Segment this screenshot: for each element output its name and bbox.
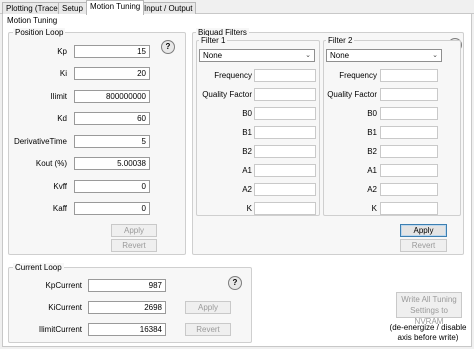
derivative-time-input[interactable]: 5: [74, 135, 150, 148]
ilimit-label: Ilimit: [50, 92, 67, 101]
nvram-note: (de-energize / disable axis before write…: [382, 323, 474, 343]
filter-1-a2-label: A2: [242, 185, 252, 194]
tab-plotting-trace[interactable]: Plotting (Trace): [2, 2, 65, 14]
filter-2-b0-input[interactable]: [380, 107, 438, 120]
filter-1-k-input[interactable]: [254, 202, 316, 215]
filter-2-a1-label: A1: [367, 166, 377, 175]
filter-1-b0-label: B0: [242, 109, 252, 118]
filter-2-title: Filter 2: [326, 36, 355, 45]
filter-2-b2-label: B2: [367, 147, 377, 156]
filter-2-b0-label: B0: [367, 109, 377, 118]
kd-label: Kd: [57, 114, 67, 123]
filter-1-b1-label: B1: [242, 128, 252, 137]
current-loop-help-button[interactable]: ?: [228, 276, 242, 290]
filter-2-type-select[interactable]: None ⌄: [326, 49, 442, 62]
write-nvram-button[interactable]: Write All Tuning Settings to NVRAM: [396, 292, 462, 326]
chevron-down-icon: ⌄: [305, 52, 311, 59]
filter-2-b1-input[interactable]: [380, 126, 438, 139]
kvff-label: Kvff: [53, 182, 67, 191]
filter-2-frequency-label: Frequency: [339, 71, 377, 80]
filter-2-b1-label: B1: [367, 128, 377, 137]
kp-label: Kp: [57, 47, 67, 56]
filter-2-frequency-input[interactable]: [380, 69, 438, 82]
filter-2-quality-label: Quality Factor: [327, 90, 377, 99]
filter-2-type-value: None: [330, 51, 350, 60]
current-apply-button[interactable]: Apply: [185, 301, 231, 314]
position-revert-button[interactable]: Revert: [111, 239, 157, 252]
page-title: Motion Tuning: [7, 16, 58, 25]
position-apply-button[interactable]: Apply: [111, 224, 157, 237]
write-nvram-line-1: Write All Tuning: [401, 295, 457, 304]
filter-1-a1-input[interactable]: [254, 164, 316, 177]
kout-input[interactable]: 5.00038: [74, 157, 150, 170]
kaff-input[interactable]: 0: [74, 202, 150, 215]
filter-1-b2-label: B2: [242, 147, 252, 156]
filter-2-a1-input[interactable]: [380, 164, 438, 177]
nvram-note-line-2: axis before write): [397, 333, 459, 342]
filter-1-title: Filter 1: [199, 36, 228, 45]
filter-1-b1-input[interactable]: [254, 126, 316, 139]
kp-current-input[interactable]: 987: [88, 279, 166, 292]
filter-2-k-input[interactable]: [380, 202, 438, 215]
kp-input[interactable]: 15: [74, 45, 150, 58]
filter-1-frequency-input[interactable]: [254, 69, 316, 82]
tab-setup[interactable]: Setup: [58, 2, 87, 14]
ilimit-current-input[interactable]: 16384: [88, 323, 166, 336]
filter-1-quality-label: Quality Factor: [202, 90, 252, 99]
ilimit-input[interactable]: 800000000: [74, 90, 150, 103]
filter-2-a2-input[interactable]: [380, 183, 438, 196]
ki-current-input[interactable]: 2698: [88, 301, 166, 314]
kout-label: Kout (%): [35, 159, 67, 168]
ilimit-current-label: IlimitCurrent: [38, 325, 82, 334]
filter-2-quality-input[interactable]: [380, 88, 438, 101]
filter-1-a2-input[interactable]: [254, 183, 316, 196]
position-loop-help-button[interactable]: ?: [161, 40, 175, 54]
filter-1-quality-input[interactable]: [254, 88, 316, 101]
kvff-input[interactable]: 0: [74, 180, 150, 193]
chevron-down-icon: ⌄: [432, 52, 438, 59]
ki-current-label: KiCurrent: [48, 303, 82, 312]
kaff-label: Kaff: [52, 204, 67, 213]
filter-1-k-label: K: [246, 204, 252, 213]
current-revert-button[interactable]: Revert: [185, 323, 231, 336]
filter-1-b2-input[interactable]: [254, 145, 316, 158]
ki-label: Ki: [59, 69, 67, 78]
biquad-revert-button[interactable]: Revert: [400, 239, 447, 252]
position-loop-title: Position Loop: [13, 28, 66, 37]
nvram-note-line-1: (de-energize / disable: [389, 323, 467, 332]
filter-1-b0-input[interactable]: [254, 107, 316, 120]
filter-1-frequency-label: Frequency: [214, 71, 252, 80]
biquad-apply-button[interactable]: Apply: [400, 224, 447, 237]
kp-current-label: KpCurrent: [45, 281, 82, 290]
tab-strip: Plotting (Trace) Setup Motion Tuning Inp…: [0, 0, 474, 15]
filter-1-a1-label: A1: [242, 166, 252, 175]
filter-2-b2-input[interactable]: [380, 145, 438, 158]
kd-input[interactable]: 60: [74, 112, 150, 125]
tab-input-output[interactable]: Input / Output: [140, 2, 197, 14]
filter-1-type-select[interactable]: None ⌄: [199, 49, 315, 62]
filter-2-a2-label: A2: [367, 185, 377, 194]
ki-input[interactable]: 20: [74, 67, 150, 80]
filter-2-k-label: K: [371, 204, 377, 213]
filter-1-type-value: None: [203, 51, 223, 60]
derivative-time-label: DerivativeTime: [13, 137, 67, 146]
current-loop-title: Current Loop: [13, 263, 64, 272]
tab-motion-tuning[interactable]: Motion Tuning: [86, 0, 145, 15]
